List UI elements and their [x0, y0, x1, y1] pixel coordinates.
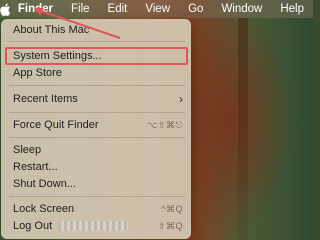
menu-item-label: Sleep — [13, 144, 42, 156]
menu-item-label: App Store — [13, 67, 62, 79]
menu-view[interactable]: View — [136, 0, 179, 18]
apple-logo-icon[interactable] — [0, 3, 12, 16]
force-quit-shortcut: ⌥⇧⌘⎋ — [146, 120, 183, 130]
menu-go[interactable]: Go — [179, 0, 212, 18]
menu-item-lock-screen[interactable]: Lock Screen ^⌘Q — [13, 202, 183, 216]
menu-item-recent-items[interactable]: Recent Items › — [13, 92, 183, 106]
menu-separator — [9, 41, 185, 42]
menu-file[interactable]: File — [62, 0, 99, 18]
menu-separator — [9, 137, 185, 138]
menu-item-shut-down[interactable]: Shut Down... — [13, 177, 183, 191]
menu-item-sleep[interactable]: Sleep — [13, 143, 183, 157]
menu-finder[interactable]: Finder — [12, 0, 62, 18]
menu-bar: Finder File Edit View Go Window Help — [0, 0, 313, 18]
menu-item-restart[interactable]: Restart... — [13, 160, 183, 174]
menu-item-app-store[interactable]: App Store — [13, 66, 183, 80]
redacted-username — [58, 221, 129, 232]
menu-window[interactable]: Window — [212, 0, 271, 18]
menu-separator — [9, 112, 185, 113]
menu-edit[interactable]: Edit — [99, 0, 137, 18]
menu-item-force-quit[interactable]: Force Quit Finder ⌥⇧⌘⎋ — [13, 118, 183, 132]
menu-item-about-this-mac[interactable]: About This Mac — [13, 23, 183, 37]
menu-item-log-out[interactable]: Log Out ⇧⌘Q — [13, 219, 183, 233]
system-settings-highlight-box — [5, 47, 188, 65]
menu-separator — [9, 196, 185, 197]
menu-item-label: Shut Down... — [13, 178, 76, 190]
apple-menu-dropdown: About This Mac System Settings... App St… — [1, 19, 191, 239]
menu-item-label: Lock Screen — [13, 203, 75, 215]
menu-item-label: Restart... — [13, 161, 58, 173]
menu-item-label: Force Quit Finder — [13, 119, 99, 131]
menu-item-label: Log Out — [13, 220, 53, 232]
menu-help[interactable]: Help — [271, 0, 313, 18]
menu-item-label: Recent Items — [13, 93, 78, 105]
chevron-right-icon: › — [179, 92, 183, 106]
menu-separator — [9, 85, 185, 86]
menu-item-label: About This Mac — [13, 24, 90, 36]
log-out-shortcut: ⇧⌘Q — [157, 221, 183, 231]
lock-screen-shortcut: ^⌘Q — [161, 204, 183, 214]
wallpaper-shade — [238, 18, 248, 240]
